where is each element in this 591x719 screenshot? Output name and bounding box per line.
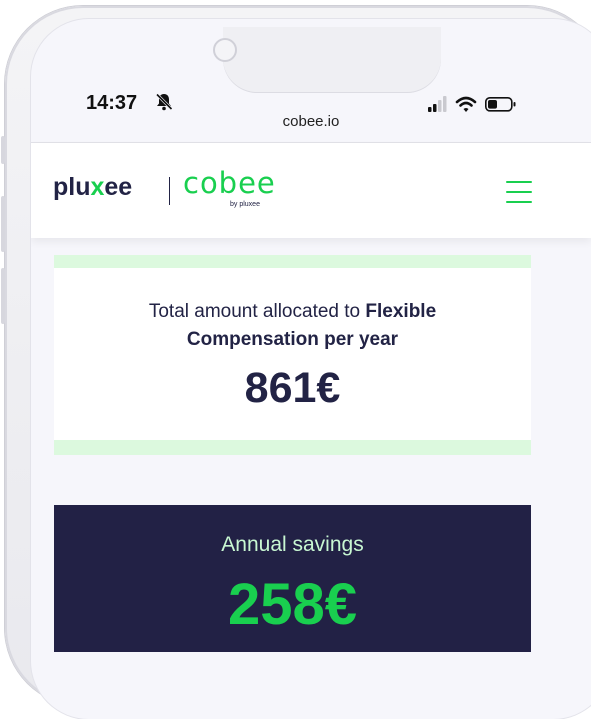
cobee-logo-tag: by pluxee — [230, 201, 260, 208]
phone-volume-down-button — [1, 268, 5, 324]
logo-divider — [169, 177, 170, 205]
savings-card: Annual savings 258€ — [54, 505, 531, 652]
phone-side-button — [1, 136, 5, 164]
browser-url[interactable]: cobee.io — [31, 113, 591, 130]
pluxee-logo[interactable]: pluxee — [53, 173, 132, 202]
allocation-card: Total amount allocated to Flexible Compen… — [54, 268, 531, 440]
site-header: pluxee cobee by pluxee — [31, 143, 591, 238]
browser-viewport: cobee.io pluxee cobee by pluxee Total am… — [31, 0, 591, 652]
phone-volume-up-button — [1, 196, 5, 252]
allocation-label: Total amount allocated to Flexible Compen… — [148, 301, 437, 350]
savings-label: Annual savings — [221, 533, 364, 556]
cobee-logo[interactable]: cobee — [183, 166, 276, 200]
allocation-amount: 861€ — [244, 364, 341, 412]
savings-amount: 258€ — [227, 572, 358, 637]
hamburger-menu-icon[interactable] — [506, 179, 532, 205]
